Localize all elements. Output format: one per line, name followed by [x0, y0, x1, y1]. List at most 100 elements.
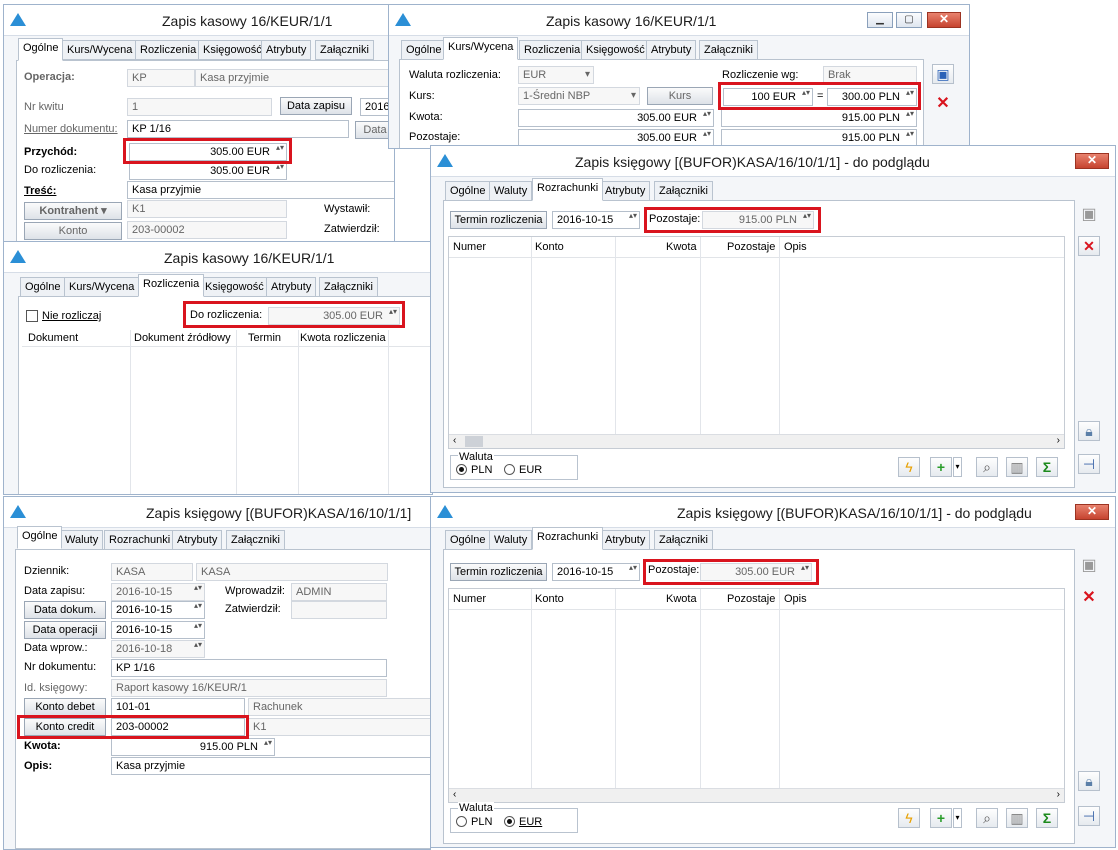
scroll-thumb[interactable] — [465, 436, 483, 447]
horizontal-scrollbar[interactable]: ‹ › — [449, 788, 1064, 802]
tab-ogolne[interactable]: Ogólne — [17, 526, 63, 549]
close-red-icon[interactable]: ✕ — [1078, 236, 1100, 256]
tab-ksiegowosc[interactable]: Księgowość — [198, 40, 267, 60]
maximize-icon[interactable]: ▢ — [896, 12, 922, 28]
tab-kurs-wycena[interactable]: Kurs/Wycena — [64, 277, 140, 297]
data-dokum-button[interactable]: Data dokum. — [24, 601, 106, 619]
nr-kwitu-field[interactable]: 1 — [127, 98, 272, 116]
tab-ogolne[interactable]: Ogólne — [445, 181, 491, 201]
kurs-button[interactable]: Kurs — [647, 87, 713, 105]
id-ksiegowy-field[interactable]: Raport kasowy 16/KEUR/1 — [111, 679, 387, 697]
tab-atrybuty[interactable]: Atrybuty — [600, 530, 651, 550]
col-kwota[interactable]: Kwota — [666, 241, 697, 253]
do-rozliczenia-field[interactable]: 305.00 EUR — [129, 162, 287, 180]
tab-zalaczniki[interactable]: Załączniki — [315, 40, 374, 60]
konto-credit-button[interactable]: Konto credit — [24, 718, 106, 736]
tab-ksiegowosc[interactable]: Księgowość — [200, 277, 269, 297]
konto-field[interactable]: 203-00002 — [127, 221, 287, 239]
lock-icon[interactable]: 🔒︎ — [1078, 421, 1100, 441]
do-rozliczenia-field[interactable]: 305.00 EUR — [268, 307, 400, 325]
rozliczenie-field[interactable]: Brak — [823, 66, 917, 84]
lightning-icon[interactable]: ϟ — [898, 808, 920, 828]
termin-rozliczenia-button[interactable]: Termin rozliczenia — [450, 563, 547, 581]
termin-field[interactable]: 2016-10-15 — [552, 563, 640, 581]
tab-rozliczenia[interactable]: Rozliczenia — [519, 40, 586, 60]
radio-pln[interactable] — [456, 464, 467, 475]
add-icon[interactable]: + — [930, 808, 952, 828]
title-bar[interactable]: Zapis kasowy 16/KEUR/1/1 — [4, 5, 394, 36]
col-numer[interactable]: Numer — [453, 593, 486, 605]
dziennik-code-field[interactable]: KASA — [111, 563, 193, 581]
tab-kurs-wycena[interactable]: Kurs/Wycena — [443, 37, 519, 60]
tab-zalaczniki[interactable]: Załączniki — [319, 277, 378, 297]
save-icon[interactable]: ▣ — [1078, 555, 1100, 577]
scroll-right-icon[interactable]: › — [1057, 789, 1060, 801]
kwota-eur-field[interactable]: 305.00 EUR — [518, 109, 714, 127]
close-icon[interactable]: ✕ — [927, 12, 961, 28]
kurs-to-field[interactable]: 300.00 PLN — [827, 88, 917, 106]
konto-credit-field[interactable]: 203-00002 — [111, 718, 245, 736]
lightning-icon[interactable]: ϟ — [898, 457, 920, 477]
data-operacji-field[interactable]: 2016-10-15 — [111, 621, 205, 639]
col-opis[interactable]: Opis — [784, 593, 807, 605]
title-bar[interactable]: Zapis księgowy [(BUFOR)KASA/16/10/1/1] — [4, 497, 430, 528]
tab-atrybuty[interactable]: Atrybuty — [266, 277, 317, 297]
kwota-pln-field[interactable]: 915.00 PLN — [721, 109, 917, 127]
col-konto[interactable]: Konto — [535, 241, 564, 253]
tab-zalaczniki[interactable]: Załączniki — [654, 181, 713, 201]
search-icon[interactable]: ⌕ — [976, 457, 998, 477]
pin-icon[interactable]: ⊣ — [1078, 806, 1100, 826]
data-dokum-field[interactable]: 2016-10-15 — [111, 601, 205, 619]
wprowadzil-field[interactable]: ADMIN — [291, 583, 387, 601]
tab-waluty[interactable]: Waluty — [489, 530, 533, 550]
title-bar[interactable]: Zapis księgowy [(BUFOR)KASA/16/10/1/1] -… — [431, 146, 1115, 177]
save-icon[interactable]: ▣ — [932, 64, 954, 84]
tresc-field[interactable]: Kasa przyjmie — [127, 181, 394, 199]
tab-atrybuty[interactable]: Atrybuty — [600, 181, 651, 201]
tab-rozrachunki[interactable]: Rozrachunki — [104, 530, 176, 550]
col-kwota-rozliczenia[interactable]: Kwota rozliczenia — [300, 332, 386, 344]
add-dropdown-icon[interactable]: ▾ — [953, 808, 962, 828]
pozostaje-field[interactable]: 915.00 PLN — [702, 211, 814, 229]
tab-atrybuty[interactable]: Atrybuty — [261, 40, 312, 60]
sum-icon[interactable]: Σ — [1036, 457, 1058, 477]
radio-pln[interactable] — [456, 816, 467, 827]
add-icon[interactable]: + — [930, 457, 952, 477]
scroll-right-icon[interactable]: › — [1057, 435, 1060, 447]
col-opis[interactable]: Opis — [784, 241, 807, 253]
title-bar[interactable]: Zapis kasowy 16/KEUR/1/1 — [4, 242, 432, 273]
tab-rozliczenia[interactable]: Rozliczenia — [138, 274, 205, 297]
add-dropdown-icon[interactable]: ▾ — [953, 457, 962, 477]
kurs-type-select[interactable]: 1-Średni NBP — [518, 87, 640, 105]
tab-zalaczniki[interactable]: Załączniki — [226, 530, 285, 550]
kontrahent-button[interactable]: Kontrahent ▾ — [24, 202, 122, 220]
konto-debet-field[interactable]: 101-01 — [111, 698, 245, 716]
tab-ogolne[interactable]: Ogólne — [20, 277, 66, 297]
termin-rozliczenia-button[interactable]: Termin rozliczenia — [450, 211, 547, 229]
tab-atrybuty[interactable]: Atrybuty — [646, 40, 697, 60]
delete-icon[interactable]: ▥ — [1006, 808, 1028, 828]
data-zapisu-button[interactable]: Data zapisu — [280, 97, 352, 115]
save-icon[interactable]: ▣ — [1078, 204, 1100, 226]
col-konto[interactable]: Konto — [535, 593, 564, 605]
tab-atrybuty[interactable]: Atrybuty — [172, 530, 223, 550]
close-red-icon[interactable]: ✕ — [1078, 587, 1100, 609]
przychod-field[interactable]: 305.00 EUR — [129, 143, 287, 161]
title-bar[interactable]: Zapis kasowy 16/KEUR/1/1 ▁ ▢ ✕ — [389, 5, 969, 36]
col-termin[interactable]: Termin — [248, 332, 281, 344]
tab-waluty[interactable]: Waluty — [60, 530, 104, 550]
pozostaje-field[interactable]: 305.00 EUR — [700, 563, 812, 581]
tab-rozrachunki[interactable]: Rozrachunki — [532, 178, 604, 201]
close-icon[interactable]: ✕ — [1075, 153, 1109, 169]
title-bar[interactable]: Zapis księgowy [(BUFOR)KASA/16/10/1/1] -… — [431, 497, 1115, 528]
tab-ogolne[interactable]: Ogólne — [18, 38, 64, 61]
data-wprow-field[interactable]: 2016-10-18 — [111, 640, 205, 658]
konto-credit-name-field[interactable]: K1 — [248, 718, 430, 736]
numer-dokumentu-field[interactable]: KP 1/16 — [127, 120, 349, 138]
dziennik-name-field[interactable]: KASA — [196, 563, 388, 581]
col-dokument[interactable]: Dokument — [28, 332, 78, 344]
close-red-icon[interactable]: ✕ — [932, 93, 954, 115]
col-kwota[interactable]: Kwota — [666, 593, 697, 605]
konto-debet-button[interactable]: Konto debet — [24, 698, 106, 716]
col-pozostaje[interactable]: Pozostaje — [727, 241, 775, 253]
